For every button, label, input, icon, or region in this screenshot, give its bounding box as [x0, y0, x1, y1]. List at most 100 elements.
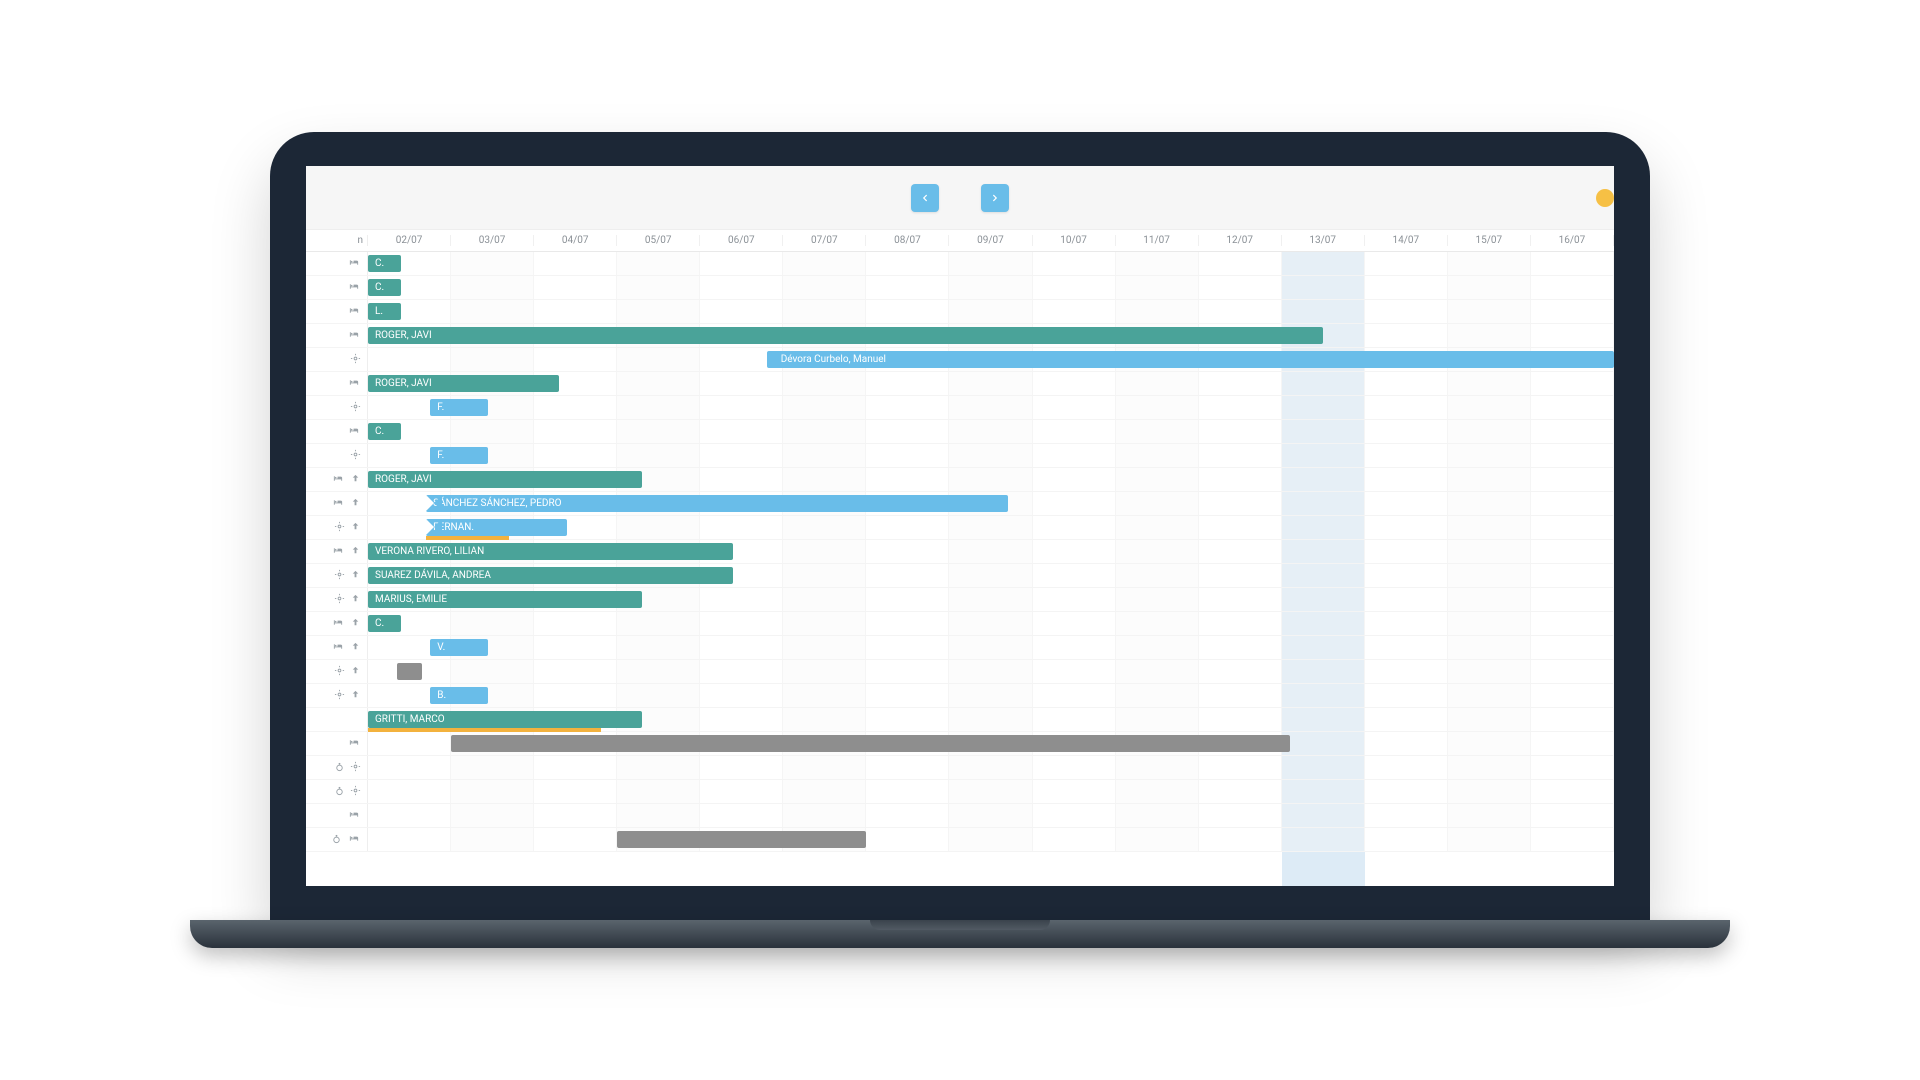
booking-bar[interactable]: B.	[430, 687, 488, 704]
date-column[interactable]: 03/07	[451, 235, 534, 246]
accent-indicator	[1596, 189, 1614, 207]
calendar-grid: 17/07/2023 n 02/0703/0704/0705/0706/0707…	[306, 230, 1614, 886]
booking-bar[interactable]: V.	[430, 639, 488, 656]
date-column[interactable]: 16/07	[1531, 235, 1614, 246]
row-track: SÁNCHEZ SÁNCHEZ, PEDRO	[368, 492, 1614, 515]
date-column[interactable]: 14/07	[1365, 235, 1448, 246]
booking-bar[interactable]: C.	[368, 255, 401, 272]
date-column[interactable]: 09/07	[949, 235, 1032, 246]
bed-icon	[347, 425, 361, 439]
date-column[interactable]: 04/07	[534, 235, 617, 246]
calendar-row: F.	[306, 396, 1614, 420]
date-column[interactable]: 13/07	[1282, 235, 1365, 246]
bed-icon	[347, 737, 361, 751]
date-column[interactable]: 06/07	[700, 235, 783, 246]
date-column[interactable]: 15/07	[1448, 235, 1531, 246]
calendar-row: ROGER, JAVI	[306, 372, 1614, 396]
booking-label: MARIUS, EMILIE	[375, 594, 447, 605]
booking-bar[interactable]: Dévora Curbelo, Manuel	[767, 351, 1614, 368]
calendar-row	[306, 828, 1614, 852]
booking-bar[interactable]: ROGER, JAVI	[368, 375, 559, 392]
up-icon	[350, 665, 361, 679]
row-icons	[306, 540, 368, 563]
booking-label: GRITTI, MARCO	[375, 714, 445, 725]
calendar-row: V.	[306, 636, 1614, 660]
row-icons	[306, 420, 368, 443]
date-column[interactable]: 12/07	[1199, 235, 1282, 246]
row-icons	[306, 732, 368, 755]
booking-bar[interactable]: F.	[430, 447, 488, 464]
bed-icon	[331, 641, 345, 655]
booking-label: Dévora Curbelo, Manuel	[781, 354, 886, 365]
row-icons	[306, 300, 368, 323]
booking-bar[interactable]: MARIUS, EMILIE	[368, 591, 642, 608]
sun-icon	[350, 449, 361, 463]
booking-label: V.	[437, 642, 445, 653]
booking-bar[interactable]: C.	[368, 279, 401, 296]
date-column[interactable]: 10/07	[1033, 235, 1116, 246]
row-track: B.	[368, 684, 1614, 707]
sun-icon	[350, 353, 361, 367]
row-icons	[306, 780, 368, 803]
row-icons	[306, 252, 368, 275]
date-column[interactable]: 05/07	[617, 235, 700, 246]
row-track: VERONA RIVERO, LILIAN	[368, 540, 1614, 563]
booking-bar[interactable]: ROGER, JAVI	[368, 327, 1323, 344]
row-track: MARIUS, EMILIE	[368, 588, 1614, 611]
row-track	[368, 660, 1614, 683]
up-icon	[350, 593, 361, 607]
booking-label: VERONA RIVERO, LILIAN	[375, 546, 484, 557]
chevron-left-icon	[920, 193, 930, 203]
booking-bar[interactable]: VERONA RIVERO, LILIAN	[368, 543, 733, 560]
row-track: C.	[368, 252, 1614, 275]
booking-bar[interactable]: SUAREZ DÁVILA, ANDREA	[368, 567, 733, 584]
booking-calendar-app: 17/07/2023 n 02/0703/0704/0705/0706/0707…	[306, 166, 1614, 886]
header-gutter: n	[306, 235, 368, 246]
row-icons	[306, 684, 368, 707]
bed-icon	[347, 305, 361, 319]
bed-icon	[331, 497, 345, 511]
date-column[interactable]: 07/07	[783, 235, 866, 246]
booking-bar[interactable]	[617, 831, 866, 848]
booking-bar[interactable]: FERNAN.	[426, 519, 567, 536]
calendar-row: C.	[306, 612, 1614, 636]
booking-bar[interactable]	[397, 663, 422, 680]
sun-icon	[350, 761, 361, 775]
sun-icon	[334, 521, 345, 535]
booking-bar[interactable]: C.	[368, 615, 401, 632]
calendar-row: C.	[306, 420, 1614, 444]
booking-bar[interactable]: L.	[368, 303, 401, 320]
row-track: GRITTI, MARCO	[368, 708, 1614, 731]
row-track	[368, 780, 1614, 803]
row-icons	[306, 804, 368, 827]
wheel-icon	[334, 785, 345, 799]
calendar-row: L.	[306, 300, 1614, 324]
booking-bar[interactable]	[451, 735, 1290, 752]
row-icons	[306, 492, 368, 515]
bed-icon	[347, 833, 361, 847]
prev-button[interactable]	[911, 184, 939, 212]
up-icon	[350, 473, 361, 487]
up-icon	[350, 521, 361, 535]
booking-label: C.	[375, 282, 384, 293]
booking-label: B.	[437, 690, 446, 701]
date-column[interactable]: 11/07	[1116, 235, 1199, 246]
date-column[interactable]: 02/07	[368, 235, 451, 246]
next-button[interactable]	[981, 184, 1009, 212]
row-track	[368, 804, 1614, 827]
up-icon	[350, 497, 361, 511]
booking-bar[interactable]: GRITTI, MARCO	[368, 711, 642, 728]
booking-label: ROGER, JAVI	[375, 378, 432, 389]
calendar-row: VERONA RIVERO, LILIAN	[306, 540, 1614, 564]
date-column[interactable]: 08/07	[866, 235, 949, 246]
booking-bar[interactable]: ROGER, JAVI	[368, 471, 642, 488]
booking-bar[interactable]: C.	[368, 423, 401, 440]
calendar-row: F.	[306, 444, 1614, 468]
row-icons	[306, 372, 368, 395]
booking-bar[interactable]: F.	[430, 399, 488, 416]
row-track: C.	[368, 276, 1614, 299]
booking-label: SUAREZ DÁVILA, ANDREA	[375, 570, 491, 581]
bed-icon	[347, 281, 361, 295]
calendar-row: C.	[306, 276, 1614, 300]
booking-bar[interactable]: SÁNCHEZ SÁNCHEZ, PEDRO	[426, 495, 1007, 512]
